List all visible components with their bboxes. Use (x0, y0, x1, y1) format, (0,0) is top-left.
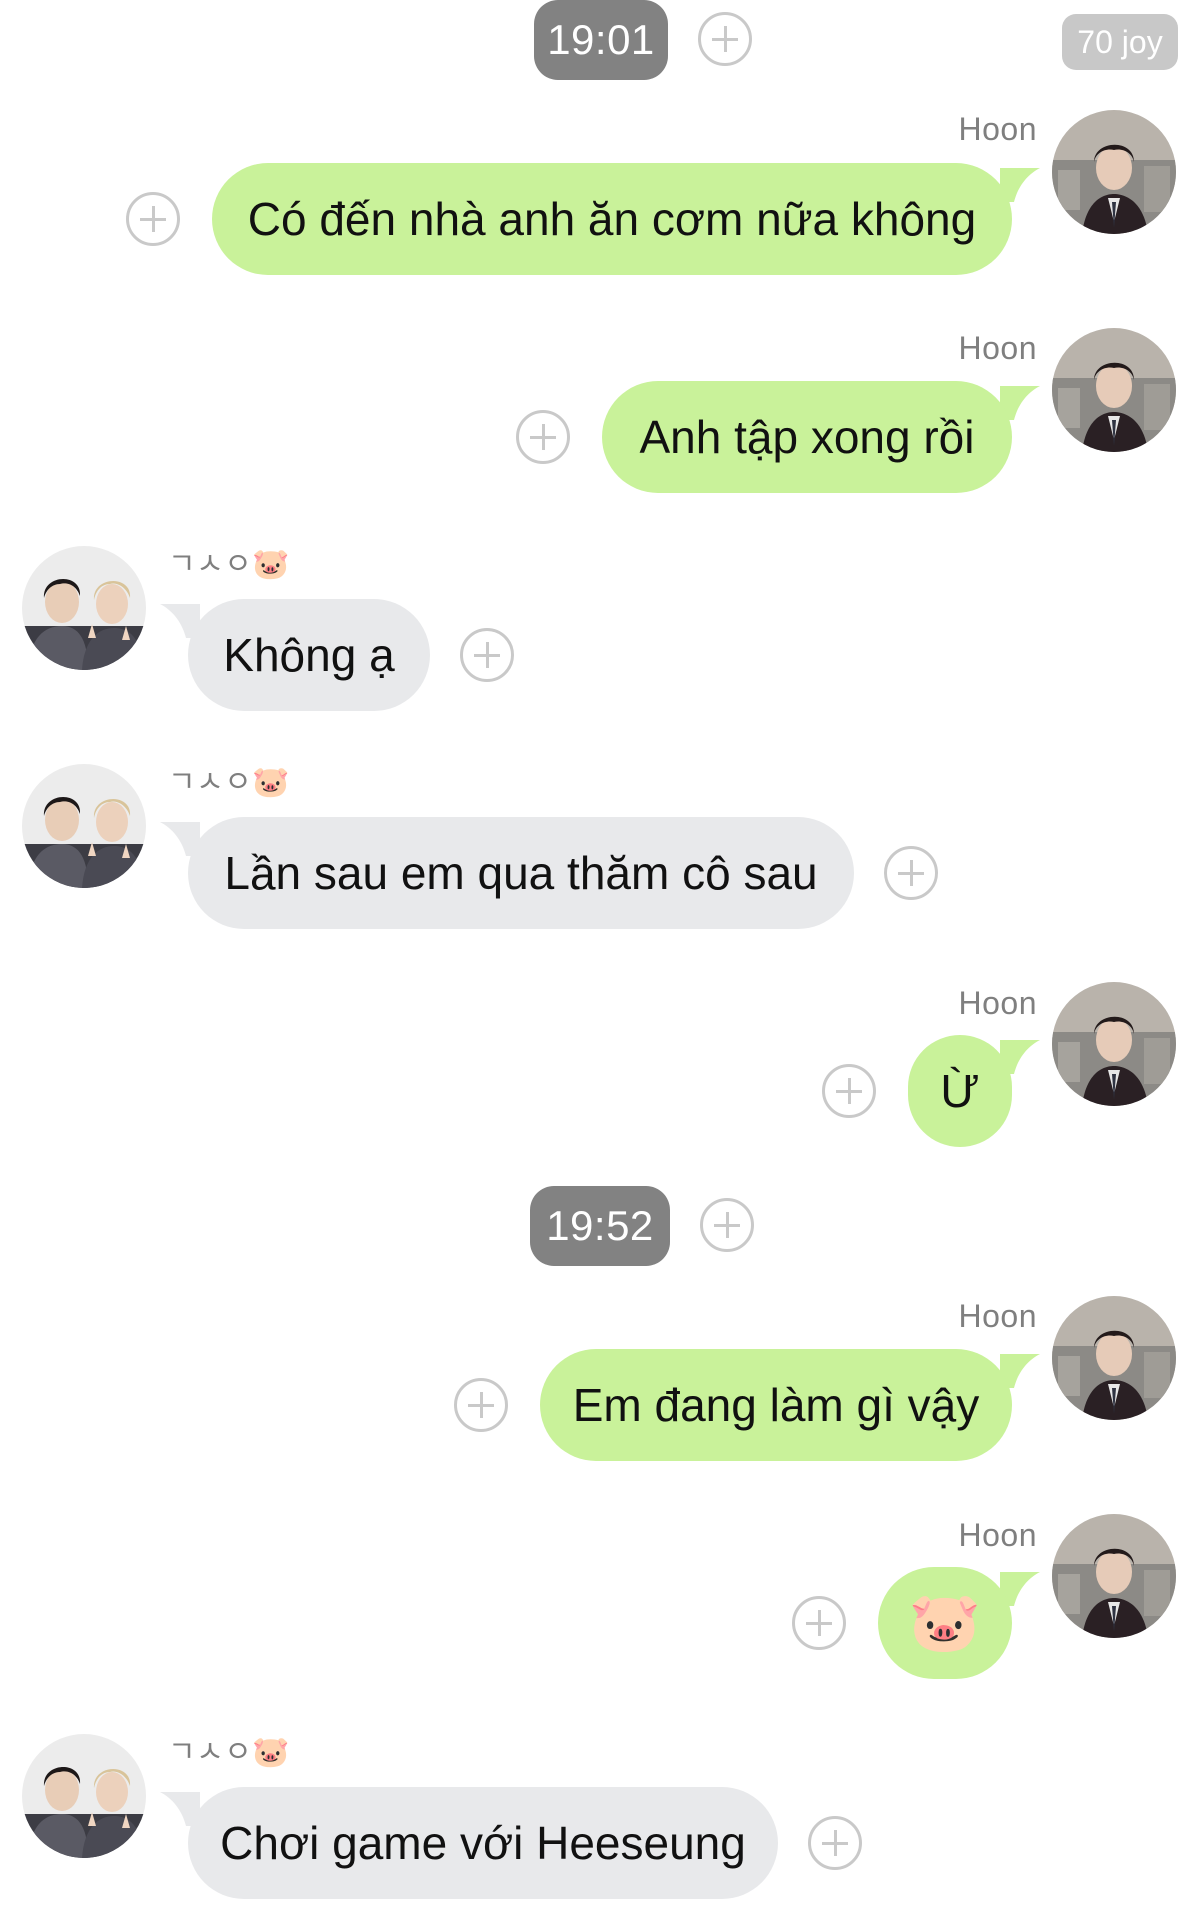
avatar-hoon[interactable] (1052, 328, 1176, 452)
add-reaction-button[interactable] (792, 1596, 846, 1650)
message-bubble-outgoing[interactable]: 🐷 (878, 1567, 1012, 1679)
avatar-hoon-image (1052, 110, 1176, 234)
time-marker-text: 19:01 (547, 16, 655, 63)
avatar-hoon[interactable] (1052, 982, 1176, 1106)
message-bubble-incoming[interactable]: Lần sau em qua thăm cô sau (188, 817, 854, 929)
message-bubble-outgoing[interactable]: Em đang làm gì vậy (540, 1349, 1012, 1461)
add-reaction-button[interactable] (822, 1064, 876, 1118)
add-reaction-button[interactable] (454, 1378, 508, 1432)
counter-badge: 70 joy (1062, 14, 1178, 70)
add-reaction-button[interactable] (808, 1816, 862, 1870)
sender-name: Hoon (958, 111, 1037, 147)
sender-name: Hoon (958, 985, 1037, 1021)
avatar-contact-image (22, 1734, 146, 1858)
message-text: Anh tập xong rồi (639, 411, 975, 463)
message-text: Ừ (940, 1065, 980, 1117)
message-text: Có đến nhà anh ăn cơm nữa không (247, 193, 977, 245)
add-reaction-button[interactable] (884, 846, 938, 900)
avatar-contact[interactable] (22, 764, 146, 888)
message-text: Chơi game với Heeseung (220, 1817, 746, 1869)
message-bubble-incoming[interactable]: Chơi game với Heeseung (188, 1787, 778, 1899)
sender-name: Hoon (958, 1517, 1037, 1553)
time-marker: 19:52 (530, 1186, 670, 1266)
avatar-contact[interactable] (22, 1734, 146, 1858)
avatar-hoon[interactable] (1052, 1514, 1176, 1638)
avatar-contact-image (22, 546, 146, 670)
message-bubble-incoming[interactable]: Không ạ (188, 599, 430, 711)
sender-name: Hoon (958, 1298, 1037, 1334)
add-reaction-button[interactable] (516, 410, 570, 464)
add-reaction-button[interactable] (126, 192, 180, 246)
sender-name: ㄱㅅㅇ🐷 (168, 766, 291, 799)
counter-badge-text: 70 joy (1077, 23, 1163, 60)
sender-name: Hoon (958, 330, 1037, 366)
sender-name: ㄱㅅㅇ🐷 (168, 1736, 291, 1769)
avatar-contact-image (22, 764, 146, 888)
message-text: Lần sau em qua thăm cô sau (224, 847, 818, 899)
message-text: Không ạ (223, 629, 395, 681)
time-marker-text: 19:52 (546, 1202, 654, 1249)
time-marker: 19:01 (534, 0, 668, 80)
avatar-hoon-image (1052, 1296, 1176, 1420)
message-text: 🐷 (908, 1590, 982, 1655)
message-bubble-outgoing[interactable]: Có đến nhà anh ăn cơm nữa không (212, 163, 1012, 275)
avatar-hoon[interactable] (1052, 1296, 1176, 1420)
avatar-contact[interactable] (22, 546, 146, 670)
add-reaction-button[interactable] (698, 12, 752, 66)
message-text: Em đang làm gì vậy (572, 1379, 980, 1431)
avatar-hoon[interactable] (1052, 110, 1176, 234)
avatar-hoon-image (1052, 1514, 1176, 1638)
message-bubble-outgoing[interactable]: Anh tập xong rồi (602, 381, 1012, 493)
avatar-hoon-image (1052, 328, 1176, 452)
add-reaction-button[interactable] (460, 628, 514, 682)
add-reaction-button[interactable] (700, 1198, 754, 1252)
message-bubble-outgoing[interactable]: Ừ (908, 1035, 1012, 1147)
avatar-hoon-image (1052, 982, 1176, 1106)
sender-name: ㄱㅅㅇ🐷 (168, 548, 291, 581)
